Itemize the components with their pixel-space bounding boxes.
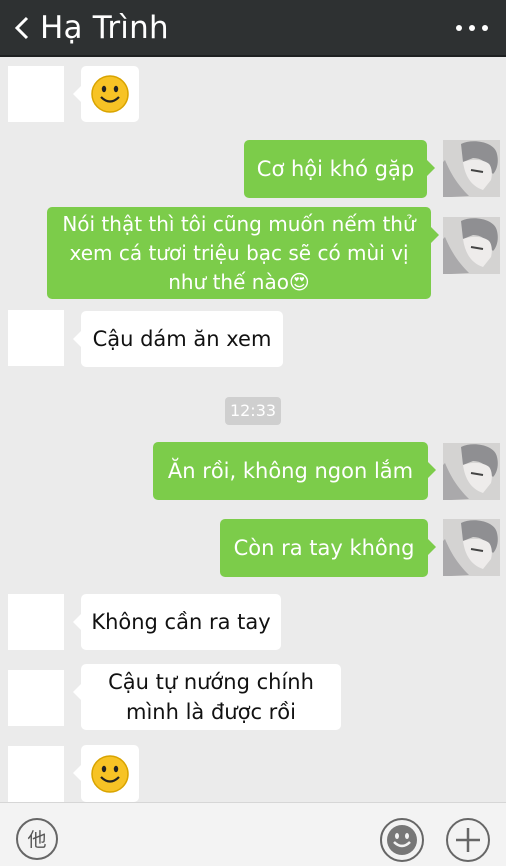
timestamp: 12:33 <box>225 397 281 425</box>
more-horizontal-icon <box>456 25 488 31</box>
user-avatar-icon <box>443 217 500 274</box>
contact-avatar[interactable] <box>8 594 64 650</box>
message-list[interactable]: Cơ hội khó gặp Nói thật thì tôi cũng muố… <box>0 57 506 802</box>
message-bubble-outgoing[interactable]: Cơ hội khó gặp <box>244 140 435 198</box>
message-bubble-incoming[interactable]: Cậu tự nướng chính mình là được rồi <box>73 664 341 730</box>
voice-label: 他 <box>27 829 46 851</box>
user-avatar-icon <box>443 443 500 500</box>
smiley-face-icon <box>91 754 129 793</box>
contact-avatar[interactable] <box>8 746 64 802</box>
back-button[interactable] <box>8 6 42 50</box>
add-attachment-button[interactable] <box>444 816 492 864</box>
contact-avatar[interactable] <box>8 310 64 366</box>
message-text: Ăn rồi, không ngon lắm <box>167 459 414 483</box>
my-avatar[interactable] <box>443 519 500 576</box>
smiley-face-icon <box>91 75 129 113</box>
message-bubble-incoming[interactable]: Không cần ra tay <box>73 594 281 650</box>
user-avatar-icon <box>443 140 500 197</box>
message-bubble-outgoing[interactable]: Nói thật thì tôi cũng muốn nếm thử xem c… <box>47 207 439 299</box>
contact-avatar[interactable] <box>8 670 64 726</box>
message-bubble-outgoing[interactable]: Còn ra tay không <box>220 519 436 577</box>
user-avatar-icon <box>443 519 500 576</box>
voice-toggle-icon: 他 <box>16 818 58 860</box>
plus-icon <box>446 818 490 862</box>
my-avatar[interactable] <box>443 217 500 274</box>
message-line: như thế nào😍 <box>168 269 310 294</box>
message-line: Nói thật thì tôi cũng muốn nếm thử <box>62 211 416 236</box>
message-bubble-incoming[interactable] <box>73 66 139 122</box>
contact-avatar[interactable] <box>8 66 64 122</box>
emoji-button[interactable] <box>378 816 426 864</box>
emoji-icon <box>380 818 424 862</box>
my-avatar[interactable] <box>443 443 500 500</box>
message-line: mình là được rồi <box>126 700 296 724</box>
input-bar: 他 <box>0 802 506 866</box>
message-bubble-incoming[interactable]: Cậu dám ăn xem <box>73 311 283 367</box>
voice-button[interactable]: 他 <box>14 816 60 862</box>
message-text: Còn ra tay không <box>233 536 415 560</box>
message-line: Cậu tự nướng chính <box>108 670 314 694</box>
message-bubble-outgoing[interactable]: Ăn rồi, không ngon lắm <box>153 442 436 500</box>
message-text: Cậu dám ăn xem <box>92 327 272 351</box>
message-line: xem cá tươi triệu bạc sẽ có mùi vị <box>69 240 409 265</box>
contact-name: Hạ Trình <box>40 10 169 46</box>
chat-header: Hạ Trình <box>0 0 506 57</box>
my-avatar[interactable] <box>443 140 500 197</box>
chevron-left-icon <box>14 16 29 40</box>
more-button[interactable] <box>452 14 492 42</box>
message-text: Không cần ra tay <box>91 610 271 634</box>
message-text: Cơ hội khó gặp <box>256 157 415 181</box>
message-bubble-incoming[interactable] <box>73 745 139 802</box>
